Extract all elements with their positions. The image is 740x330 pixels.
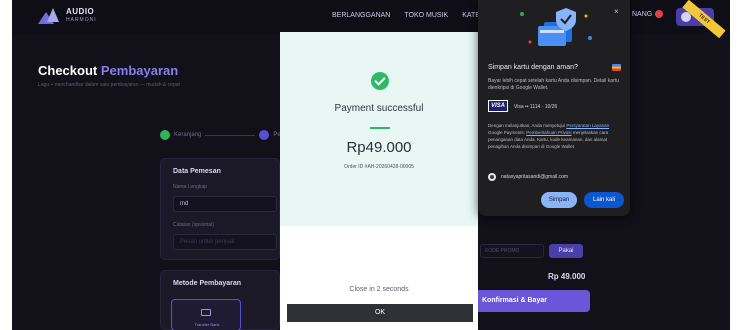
card-summary: Visa •• 1114 · 10/26	[514, 104, 558, 110]
user-menu-button[interactable]: TEST	[676, 0, 726, 39]
later-button[interactable]: Lain kali	[584, 192, 624, 208]
save-card-popup: × Simpan kartu dengan aman? Bayar lebih …	[478, 0, 630, 216]
save-card-button[interactable]: Simpan	[541, 192, 577, 208]
payment-method-card: Metode Pembayaran Transfer Bank	[160, 270, 280, 330]
notification-badge	[655, 10, 664, 18]
order-card-title: Data Pemesan	[173, 168, 221, 175]
close-icon[interactable]: ×	[614, 7, 619, 16]
checkout-stepper: Keranjang Pe	[160, 130, 281, 140]
step-1-label: Keranjang	[174, 132, 202, 138]
step-connector	[205, 134, 256, 136]
logo-icon	[38, 8, 60, 24]
left-margin	[0, 0, 12, 330]
logo-subtitle: HARMONI	[66, 17, 97, 23]
payment-amount: Rp49.000	[346, 139, 412, 156]
account-email: natasyapritasandi@gmail.com	[501, 174, 569, 180]
step-complete-icon	[160, 130, 170, 140]
ok-button[interactable]: OK	[287, 304, 473, 322]
nav-link-music-store[interactable]: TOKO MUSIK	[404, 12, 448, 19]
page-subtitle: Lagu + merchandise dalam satu pembayaran…	[38, 82, 180, 88]
right-margin	[730, 0, 740, 330]
name-label: Nama Lengkap	[173, 184, 207, 190]
page-title: Checkout Pembayaran	[38, 63, 179, 78]
step-2-indicator	[259, 130, 270, 140]
nav-links: BERLANGGANAN TOKO MUSIK KATEGO	[332, 12, 491, 19]
apply-promo-button[interactable]: Pakai	[549, 244, 583, 258]
nav-link-subscription[interactable]: BERLANGGANAN	[332, 12, 390, 19]
payment-option-bank-transfer[interactable]: Transfer Bank	[171, 299, 241, 330]
legal-text: Dengan melanjutkan, Anda menyetujui Pers…	[488, 123, 610, 149]
nav-right-label: NANG	[632, 10, 664, 18]
order-total: Rp 49.000	[548, 272, 586, 281]
privacy-link[interactable]: Pemberitahuan Privasi	[526, 130, 571, 135]
auto-close-countdown: Close in 2 seconds	[349, 286, 409, 293]
success-check-icon	[371, 72, 389, 90]
payment-status: Payment successful	[334, 103, 424, 114]
popup-description: Bayar lebih cepat setelah kartu Anda dis…	[488, 78, 619, 91]
visa-card-icon: VISA	[488, 100, 508, 112]
account-row: natasyapritasandi@gmail.com	[488, 173, 568, 181]
account-avatar-icon	[488, 173, 496, 181]
payment-success-modal: Payment successful Rp49.000 Order ID #AH…	[280, 32, 478, 330]
payment-card-title: Metode Pembayaran	[173, 280, 242, 287]
modal-divider	[370, 127, 390, 129]
note-label: Catatan (opsional)	[173, 222, 214, 228]
logo-title: AUDIO	[66, 7, 95, 16]
wallet-card-illustration	[508, 4, 598, 52]
note-field[interactable]: Pesan untuk penjual	[173, 234, 277, 250]
modal-header-area	[280, 32, 478, 226]
bank-card-icon	[201, 309, 211, 316]
order-details-card: Data Pemesan Nama Lengkap md Catatan (op…	[160, 158, 280, 260]
google-wallet-logo	[612, 64, 621, 71]
logo[interactable]: AUDIO HARMONI	[38, 8, 97, 24]
terms-link[interactable]: Persyaratan Layanan	[566, 123, 609, 128]
name-field[interactable]: md	[173, 196, 277, 212]
popup-title: Simpan kartu dengan aman?	[488, 64, 578, 71]
promo-code-input[interactable]: KODE PROMO	[480, 244, 544, 258]
order-id: Order ID #AH-20260428-00005	[344, 164, 414, 170]
page: AUDIO HARMONI BERLANGGANAN TOKO MUSIK KA…	[0, 0, 740, 330]
payment-option-label: Transfer Bank	[194, 322, 220, 327]
confirm-pay-button[interactable]: Konfirmasi & Bayar	[474, 290, 590, 312]
